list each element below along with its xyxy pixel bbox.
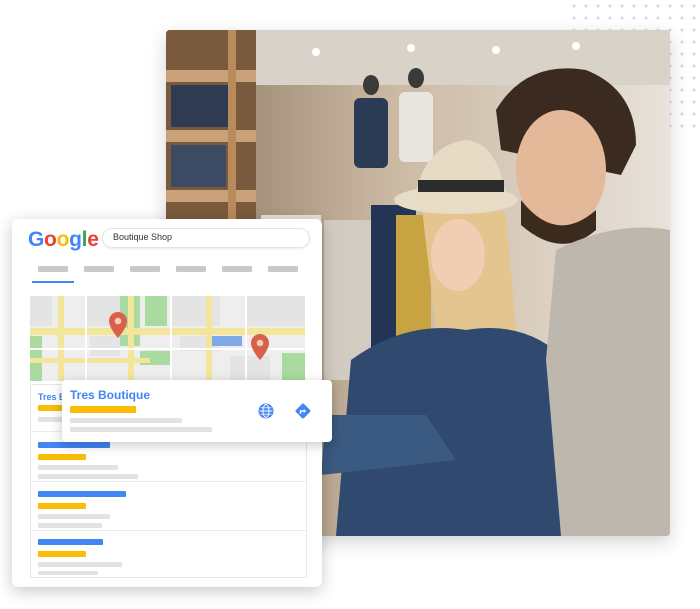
map-pin-icon[interactable] <box>251 334 269 360</box>
text-placeholder <box>38 465 118 470</box>
logo-letter: o <box>44 228 57 251</box>
text-placeholder <box>38 571 98 575</box>
search-input[interactable]: Boutique Shop <box>102 228 310 248</box>
map[interactable] <box>30 296 305 381</box>
result-title-bar[interactable] <box>38 539 103 545</box>
tab-placeholder[interactable] <box>222 266 252 272</box>
globe-icon[interactable] <box>258 403 274 419</box>
text-placeholder <box>38 514 110 519</box>
result-title-bar[interactable] <box>38 442 110 448</box>
text-placeholder <box>70 418 182 423</box>
listing-popup-card[interactable]: Tres Boutique <box>62 380 332 442</box>
search-tabs <box>38 266 308 276</box>
listing-title[interactable]: Tres Boutique <box>70 388 150 402</box>
divider <box>31 530 306 531</box>
active-tab-indicator <box>32 281 74 283</box>
rating-bar <box>70 406 136 413</box>
text-placeholder <box>38 523 102 528</box>
text-placeholder <box>38 474 138 479</box>
logo-letter: e <box>87 228 99 251</box>
text-placeholder <box>38 562 122 567</box>
google-logo: Google <box>28 228 99 252</box>
tab-placeholder[interactable] <box>268 266 298 272</box>
result-title-bar[interactable] <box>38 491 126 497</box>
tab-placeholder[interactable] <box>38 266 68 272</box>
directions-icon[interactable] <box>295 403 311 419</box>
rating-bar <box>38 503 86 509</box>
rating-bar <box>38 551 86 557</box>
tab-placeholder[interactable] <box>84 266 114 272</box>
tab-placeholder[interactable] <box>130 266 160 272</box>
logo-letter: g <box>69 228 82 251</box>
tab-placeholder[interactable] <box>176 266 206 272</box>
logo-letter: G <box>28 228 45 251</box>
rating-bar <box>38 454 86 460</box>
divider <box>31 481 306 482</box>
search-query: Boutique Shop <box>113 232 173 242</box>
text-placeholder <box>70 427 212 432</box>
map-pin-icon[interactable] <box>109 312 127 338</box>
logo-letter: o <box>56 228 70 251</box>
